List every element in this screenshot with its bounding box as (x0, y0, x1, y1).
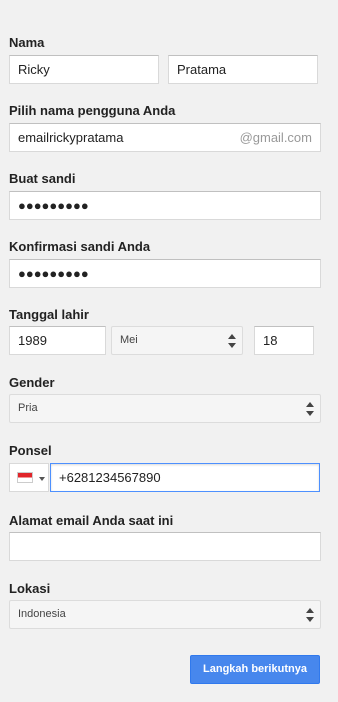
phone-input[interactable]: +6281234567890 (50, 463, 320, 492)
last-name-input[interactable]: Pratama (168, 55, 318, 84)
birth-month-value: Mei (120, 334, 138, 346)
current-email-input[interactable] (9, 532, 321, 561)
select-arrows-icon (228, 334, 236, 348)
username-input[interactable]: emailrickypratama @gmail.com (9, 123, 321, 152)
username-value: emailrickypratama (18, 130, 124, 145)
password-input[interactable]: ●●●●●●●●● (9, 191, 321, 220)
name-label: Nama (9, 35, 45, 50)
select-arrows-icon (306, 608, 314, 622)
indonesia-flag-icon (17, 472, 33, 483)
location-label: Lokasi (9, 581, 51, 596)
gender-select[interactable]: Pria (9, 394, 321, 423)
next-step-button[interactable]: Langkah berikutnya (190, 655, 320, 684)
confirm-password-label: Konfirmasi sandi Anda (9, 239, 151, 254)
location-value: Indonesia (18, 608, 66, 620)
first-name-input[interactable]: Ricky (9, 55, 159, 84)
username-label: Pilih nama pengguna Anda (9, 103, 176, 118)
gender-label: Gender (9, 375, 55, 390)
gmail-suffix: @gmail.com (239, 130, 312, 145)
confirm-password-input[interactable]: ●●●●●●●●● (9, 259, 321, 288)
password-label: Buat sandi (9, 171, 76, 186)
current-email-label: Alamat email Anda saat ini (9, 513, 174, 528)
birth-year-input[interactable]: 1989 (9, 326, 106, 355)
birth-month-select[interactable]: Mei (111, 326, 243, 355)
gender-value: Pria (18, 402, 38, 414)
chevron-down-icon (39, 477, 45, 481)
phone-label: Ponsel (9, 443, 52, 458)
select-arrows-icon (306, 402, 314, 416)
birth-day-input[interactable]: 18 (254, 326, 314, 355)
location-select[interactable]: Indonesia (9, 600, 321, 629)
birthday-label: Tanggal lahir (9, 307, 89, 322)
country-code-selector[interactable] (9, 463, 49, 492)
